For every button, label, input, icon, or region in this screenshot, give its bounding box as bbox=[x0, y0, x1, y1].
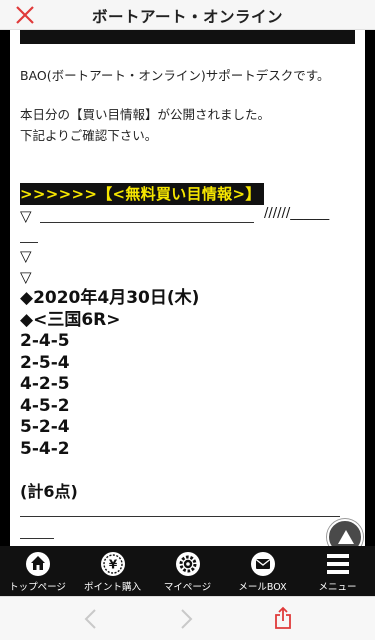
pick-item: 4-5-2 bbox=[20, 395, 70, 416]
down-triangle-icon: ▽ bbox=[20, 268, 32, 286]
free-picks-heading: >>>>>>【<無料買い目情報>】 bbox=[20, 183, 264, 205]
gear-icon bbox=[175, 552, 200, 576]
pick-item: 2-4-5 bbox=[20, 331, 70, 351]
nav-label: トップページ bbox=[9, 582, 66, 593]
home-icon bbox=[25, 552, 50, 576]
nav-label: メールBOX bbox=[238, 582, 287, 593]
forward-arrow-icon[interactable] bbox=[178, 608, 194, 630]
nav-buy-points[interactable]: ¥ ポイント購入 bbox=[75, 546, 150, 596]
back-arrow-icon[interactable] bbox=[83, 608, 99, 630]
app-header: ボートアート・オンライン bbox=[0, 0, 375, 30]
page-title: ボートアート・オンライン bbox=[91, 8, 284, 26]
up-arrow-icon bbox=[338, 530, 354, 544]
intro-paragraph-1: BAO(ボートアート・オンライン)サポートデスクです。 bbox=[20, 68, 330, 83]
browser-toolbar bbox=[0, 596, 375, 640]
nav-menu[interactable]: メニュー bbox=[300, 546, 375, 596]
nav-label: ポイント購入 bbox=[83, 582, 141, 593]
menu-icon bbox=[326, 554, 349, 574]
bottom-navigation: トップページ ¥ ポイント購入 マイページ メールBOX メニュー bbox=[0, 546, 375, 596]
pick-item: 5-2-4 bbox=[20, 417, 70, 437]
intro-text: BAO(ボートアート・オンライン)サポートデスクです。 本日分の【買い目情報】が… bbox=[20, 65, 355, 146]
intro-paragraph-3: 下記よりご確認下さい。 bbox=[20, 128, 158, 143]
race-name: ◆<三国6R> bbox=[20, 309, 121, 330]
nav-label: マイページ bbox=[163, 582, 212, 593]
share-icon[interactable] bbox=[273, 605, 293, 631]
intro-paragraph-2: 本日分の【買い目情報】が公開されました。 bbox=[20, 107, 271, 122]
nav-top-page[interactable]: トップページ bbox=[0, 546, 75, 596]
yen-coin-icon: ¥ bbox=[100, 552, 125, 576]
slash-decoration: //////______ bbox=[264, 206, 330, 221]
down-triangle-icon: ▽ bbox=[20, 207, 32, 225]
free-picks-banner: >>>>>>【<無料買い目情報>】 bbox=[20, 183, 264, 205]
top-divider-bar bbox=[20, 30, 355, 44]
mail-icon bbox=[250, 552, 275, 576]
bottom-divider bbox=[20, 516, 340, 517]
content-frame: BAO(ボートアート・オンライン)サポートデスクです。 本日分の【買い目情報】が… bbox=[0, 30, 375, 546]
message-page[interactable]: BAO(ボートアート・オンライン)サポートデスクです。 本日分の【買い目情報】が… bbox=[10, 30, 365, 546]
nav-mailbox[interactable]: メールBOX bbox=[225, 546, 300, 596]
short-divider bbox=[20, 242, 38, 243]
nav-my-page[interactable]: マイページ bbox=[150, 546, 225, 596]
pick-item: 5-4-2 bbox=[20, 438, 70, 459]
race-results: ◆2020年4月30日(木) ◆<三国6R> 2-4-5 2-5-4 4-2-5… bbox=[20, 288, 199, 460]
pick-item: 4-2-5 bbox=[20, 374, 70, 394]
pick-total: (計6点) bbox=[20, 482, 78, 501]
short-divider bbox=[20, 538, 54, 539]
nav-label: メニュー bbox=[318, 582, 357, 593]
divider-row: ▽ //////______ bbox=[20, 205, 350, 227]
down-triangle-icon: ▽ bbox=[20, 247, 32, 265]
svg-text:¥: ¥ bbox=[108, 558, 117, 572]
divider-line bbox=[40, 222, 254, 223]
race-date: ◆2020年4月30日(木) bbox=[20, 288, 200, 308]
pick-item: 2-5-4 bbox=[20, 352, 70, 373]
